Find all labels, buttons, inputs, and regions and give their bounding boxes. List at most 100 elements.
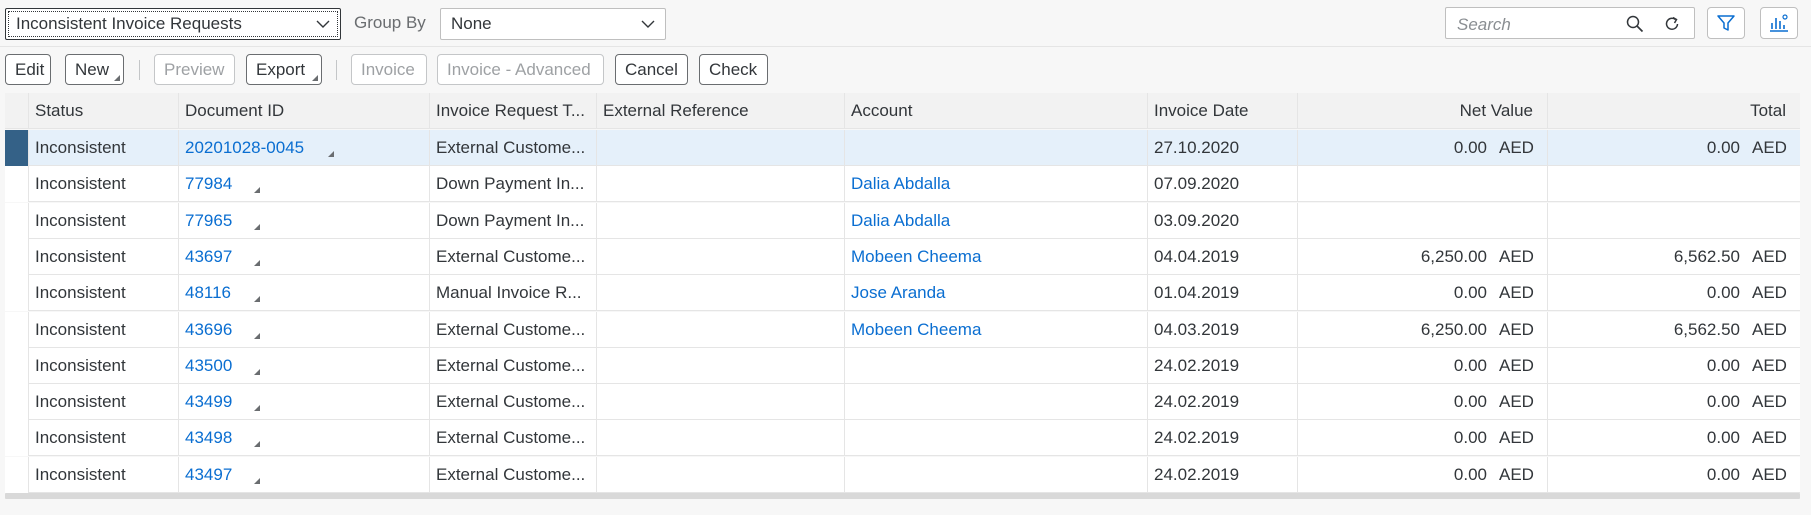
cell-account[interactable] (845, 420, 1148, 457)
cell-account[interactable] (845, 456, 1148, 493)
cell-status: Inconsistent (29, 456, 179, 493)
table-row[interactable]: Inconsistent 43497 External Custome... 24.0… (5, 456, 1800, 493)
preview-button[interactable]: Preview (154, 54, 235, 85)
account-link[interactable]: Jose Aranda (851, 283, 946, 303)
cell-status: Inconsistent (29, 202, 179, 239)
cell-document-id[interactable]: 43498 (179, 420, 430, 457)
table-row[interactable]: Inconsistent 48116 Manual Invoice R... Jose… (5, 275, 1800, 312)
cell-account[interactable]: Mobeen Cheema (845, 311, 1148, 348)
cell-document-id[interactable]: 77984 (179, 166, 430, 203)
table-row[interactable]: Inconsistent 43499 External Custome... 24.0… (5, 384, 1800, 421)
cell-net-value (1298, 166, 1548, 203)
view-select-value: Inconsistent Invoice Requests (16, 14, 242, 33)
table-row[interactable]: Inconsistent 43697 External Custome... Mobe… (5, 238, 1800, 275)
document-id-link[interactable]: 43697 (185, 247, 232, 267)
net-value-amount: 0.00 (1453, 138, 1487, 157)
horizontal-scrollbar[interactable] (5, 493, 1800, 499)
column-header-invoice-date[interactable]: Invoice Date (1148, 93, 1298, 129)
cell-document-id[interactable]: 20201028-0045 (179, 130, 430, 166)
edit-button[interactable]: Edit (5, 54, 51, 85)
cell-invoice-request-type: External Custome... (430, 238, 597, 275)
total-currency: AED (1752, 355, 1787, 375)
table-row[interactable]: Inconsistent 77984 Down Payment In... Dalia… (5, 166, 1800, 203)
menu-indicator-icon (254, 332, 260, 339)
table-row[interactable]: Inconsistent 77965 Down Payment In... Dalia… (5, 202, 1800, 239)
group-by-select[interactable]: None (440, 8, 666, 40)
row-selector[interactable] (5, 130, 29, 166)
row-selector[interactable] (5, 384, 29, 421)
document-id-link[interactable]: 77984 (185, 174, 232, 194)
refresh-icon[interactable] (1663, 15, 1681, 33)
row-selector[interactable] (5, 202, 29, 239)
column-header-external-reference[interactable]: External Reference (597, 93, 845, 129)
row-selector[interactable] (5, 347, 29, 384)
table-row[interactable]: Inconsistent 43500 External Custome... 24.0… (5, 347, 1800, 384)
cell-total (1548, 166, 1800, 202)
cell-account[interactable]: Dalia Abdalla (845, 166, 1148, 203)
search-icon[interactable] (1626, 15, 1644, 33)
cell-net-value: 0.00 AED (1298, 347, 1548, 384)
column-header-document-id[interactable]: Document ID (179, 93, 430, 129)
cell-total: 0.00 AED (1548, 130, 1800, 166)
cell-document-id[interactable]: 48116 (179, 275, 430, 312)
filter-icon (1717, 15, 1735, 31)
account-link[interactable]: Dalia Abdalla (851, 174, 950, 194)
invoice-request-type-text: External Custome... (436, 392, 586, 412)
document-id-link[interactable]: 20201028-0045 (185, 138, 304, 158)
row-selector[interactable] (5, 238, 29, 275)
cell-net-value: 0.00 AED (1298, 456, 1548, 493)
document-id-link[interactable]: 48116 (185, 283, 231, 303)
cell-document-id[interactable]: 43696 (179, 311, 430, 348)
search-input[interactable]: Search (1445, 7, 1695, 39)
account-link[interactable]: Dalia Abdalla (851, 211, 950, 231)
view-select[interactable]: Inconsistent Invoice Requests (5, 8, 341, 40)
column-header-account[interactable]: Account (845, 93, 1148, 129)
cancel-button[interactable]: Cancel (615, 54, 688, 85)
table-row[interactable]: Inconsistent 43696 External Custome... Mobe… (5, 311, 1800, 348)
cell-document-id[interactable]: 43500 (179, 347, 430, 384)
cell-total: 0.00 AED (1548, 420, 1800, 456)
invoice-advanced-button[interactable]: Invoice - Advanced (437, 54, 604, 85)
column-header-invoice-request-type[interactable]: Invoice Request T... (430, 93, 597, 129)
group-by-label: Group By (354, 13, 426, 32)
cell-document-id[interactable]: 43497 (179, 456, 430, 493)
account-link[interactable]: Mobeen Cheema (851, 247, 981, 267)
cell-document-id[interactable]: 43697 (179, 238, 430, 275)
cell-account[interactable]: Mobeen Cheema (845, 238, 1148, 275)
table-row[interactable]: Inconsistent 43498 External Custome... 24.0… (5, 420, 1800, 457)
row-selector[interactable] (5, 275, 29, 312)
check-button[interactable]: Check (699, 54, 768, 85)
document-id-link[interactable]: 77965 (185, 211, 232, 231)
cell-account[interactable] (845, 130, 1148, 166)
new-button[interactable]: New (65, 54, 124, 85)
document-id-link[interactable]: 43499 (185, 392, 232, 412)
cell-account[interactable]: Dalia Abdalla (845, 202, 1148, 239)
column-header-net-value[interactable]: Net Value (1298, 93, 1548, 129)
invoice-button[interactable]: Invoice (351, 54, 427, 85)
cell-account[interactable]: Jose Aranda (845, 275, 1148, 312)
table-settings-button[interactable] (1760, 7, 1798, 39)
filter-button[interactable] (1707, 7, 1745, 39)
document-id-link[interactable]: 43497 (185, 465, 232, 485)
cell-invoice-date: 03.09.2020 (1148, 202, 1298, 239)
row-selector[interactable] (5, 311, 29, 348)
cell-account[interactable] (845, 384, 1148, 421)
table-row[interactable]: Inconsistent 20201028-0045 External Custom… (5, 130, 1800, 166)
cell-document-id[interactable]: 43499 (179, 384, 430, 421)
cell-total: 6,562.50 AED (1548, 312, 1800, 348)
cell-document-id[interactable]: 77965 (179, 202, 430, 239)
document-id-link[interactable]: 43500 (185, 356, 232, 376)
column-header-total[interactable]: Total (1548, 93, 1800, 129)
row-selector[interactable] (5, 456, 29, 493)
column-header-status[interactable]: Status (29, 93, 179, 129)
select-all-cell[interactable] (5, 93, 29, 129)
export-button[interactable]: Export (246, 54, 322, 85)
row-selector[interactable] (5, 166, 29, 203)
cell-external-reference (597, 456, 845, 493)
cell-invoice-request-type: External Custome... (430, 347, 597, 384)
cell-account[interactable] (845, 347, 1148, 384)
document-id-link[interactable]: 43696 (185, 320, 232, 340)
row-selector[interactable] (5, 420, 29, 457)
account-link[interactable]: Mobeen Cheema (851, 320, 981, 340)
document-id-link[interactable]: 43498 (185, 428, 232, 448)
